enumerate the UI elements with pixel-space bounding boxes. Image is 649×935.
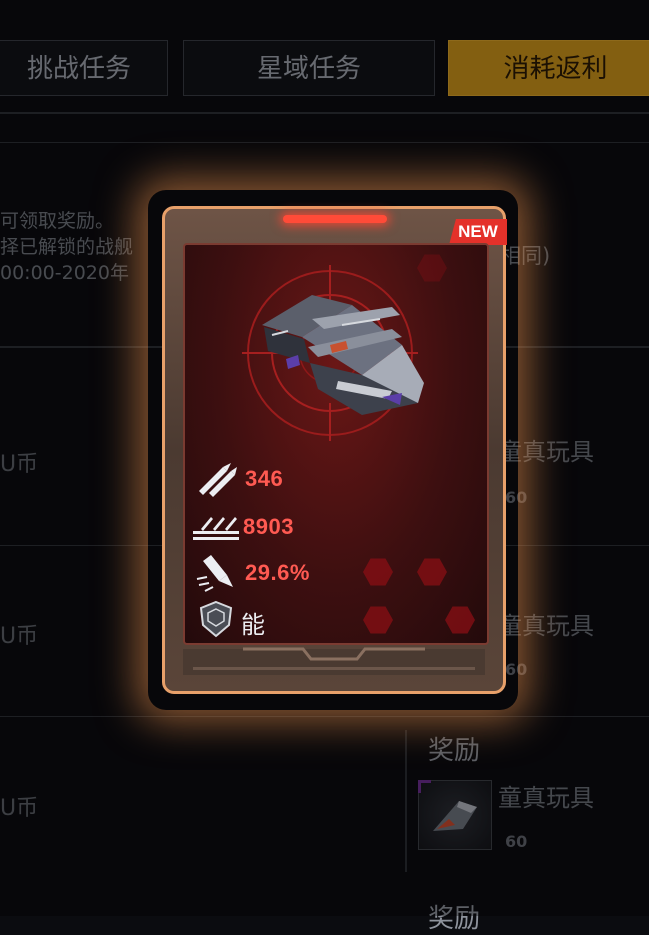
rarity-corner bbox=[418, 780, 431, 793]
hex-decoration bbox=[417, 254, 447, 282]
tab-bar: 挑战任务 星域任务 消耗返利 bbox=[0, 38, 649, 100]
stat-value: 29.6% bbox=[245, 560, 310, 585]
description-line: 可领取奖励。 bbox=[0, 210, 115, 232]
reward-item-name: 童真玩具 bbox=[498, 784, 594, 812]
stat-value: 8903 bbox=[243, 514, 294, 539]
hex-decoration bbox=[445, 606, 475, 634]
ship-card[interactable]: NEW 346 8903 29.6% 能 bbox=[162, 206, 507, 694]
description-line: 00:00-2020年 bbox=[0, 262, 129, 284]
coin-label: U币 bbox=[0, 452, 39, 477]
reward-item-name: 童真玩具 bbox=[498, 438, 594, 466]
rocket-crit-icon bbox=[196, 555, 233, 592]
new-badge: NEW bbox=[449, 219, 507, 245]
tab-star-domain[interactable]: 星域任务 bbox=[183, 40, 435, 96]
description-right: 相同) bbox=[500, 244, 551, 268]
ship-display-panel: 346 8903 29.6% 能量盾 bbox=[183, 243, 489, 645]
missile-attack-icon bbox=[199, 463, 237, 497]
description-line: 择已解锁的战舰 bbox=[0, 236, 134, 258]
skill-label: 能量盾 bbox=[241, 611, 265, 639]
reward-item-count: 60 bbox=[505, 832, 528, 851]
card-base-decoration bbox=[183, 647, 485, 675]
shield-icon bbox=[199, 600, 233, 638]
card-indicator-light bbox=[283, 215, 387, 223]
divider bbox=[0, 142, 649, 143]
row-divider bbox=[0, 716, 649, 717]
reward-item-count: 60 bbox=[505, 488, 528, 507]
coin-label: U币 bbox=[0, 796, 39, 821]
column-divider bbox=[405, 730, 407, 872]
hex-decoration bbox=[363, 558, 393, 586]
hex-decoration bbox=[363, 606, 393, 634]
tab-challenge[interactable]: 挑战任务 bbox=[0, 40, 168, 96]
reward-item-thumbnail[interactable] bbox=[418, 780, 492, 850]
battleship-icon bbox=[262, 295, 424, 415]
reward-item-count: 60 bbox=[505, 660, 528, 679]
divider bbox=[0, 112, 649, 114]
coin-label: U币 bbox=[0, 624, 39, 649]
reward-title: 奖励 bbox=[428, 904, 481, 934]
reward-item-name: 童真玩具 bbox=[498, 612, 594, 640]
barrage-icon bbox=[193, 517, 239, 540]
hex-decoration bbox=[417, 558, 447, 586]
tab-consume-rebate[interactable]: 消耗返利 bbox=[448, 40, 649, 96]
reward-title: 奖励 bbox=[428, 736, 481, 766]
event-description: 可领取奖励。 择已解锁的战舰 00:00-2020年 bbox=[0, 208, 133, 286]
stat-value: 346 bbox=[245, 466, 284, 491]
